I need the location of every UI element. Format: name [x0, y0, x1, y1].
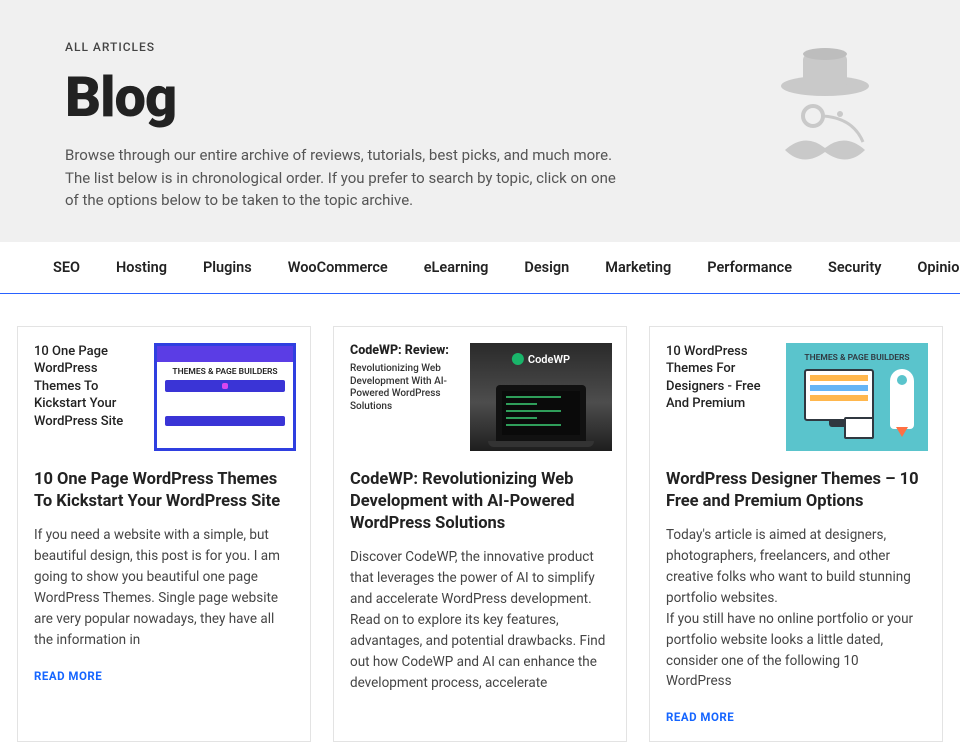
thumb-caption: 10 One Page WordPress Themes To Kickstar…: [34, 343, 144, 451]
article-title: WordPress Designer Themes – 10 Free and …: [666, 469, 926, 514]
nav-item-elearning[interactable]: eLearning: [406, 259, 507, 276]
monitor-icon: [804, 369, 874, 421]
article-excerpt: Discover CodeWP, the innovative product …: [350, 547, 610, 693]
article-title: CodeWP: Revolutionizing Web Development …: [350, 469, 610, 536]
nav-item-seo[interactable]: SEO: [35, 259, 98, 276]
article-excerpt: Today's article is aimed at designers, p…: [666, 525, 926, 692]
mascot-icon: [755, 40, 895, 180]
article-card[interactable]: 10 One Page WordPress Themes To Kickstar…: [17, 326, 311, 742]
read-more-link[interactable]: READ MORE: [34, 669, 102, 683]
category-nav: SEO Hosting Plugins WooCommerce eLearnin…: [0, 242, 960, 294]
article-excerpt: If you need a website with a simple, but…: [34, 525, 294, 651]
rocket-icon: [890, 369, 914, 429]
nav-item-design[interactable]: Design: [506, 259, 587, 276]
article-thumbnail: CodeWP: [470, 343, 612, 451]
thumb-tag: THEMES & PAGE BUILDERS: [804, 353, 909, 363]
tablet-icon: [844, 417, 874, 439]
codewp-logo: CodeWP: [512, 353, 570, 366]
thumb-subheadline: Revolutionizing Web Development With AI-…: [350, 363, 460, 413]
article-thumbnail: THEMES & PAGE BUILDERS: [154, 343, 296, 451]
nav-item-plugins[interactable]: Plugins: [185, 259, 270, 276]
thumb-caption: 10 WordPress Themes For Designers - Free…: [666, 343, 776, 451]
nav-item-performance[interactable]: Performance: [689, 259, 810, 276]
nav-item-marketing[interactable]: Marketing: [587, 259, 689, 276]
read-more-link[interactable]: READ MORE: [666, 710, 734, 724]
laptop-icon: [496, 385, 586, 441]
article-thumbnail: THEMES & PAGE BUILDERS: [786, 343, 928, 451]
article-card[interactable]: CodeWP: Review: Revolutionizing Web Deve…: [333, 326, 627, 742]
nav-item-woocommerce[interactable]: WooCommerce: [270, 259, 406, 276]
hero-section: ALL ARTICLES Blog Browse through our ent…: [0, 0, 960, 242]
nav-item-security[interactable]: Security: [810, 259, 899, 276]
nav-item-opinion[interactable]: Opinion: [899, 259, 960, 276]
article-grid: 10 One Page WordPress Themes To Kickstar…: [0, 294, 960, 742]
thumb-caption: CodeWP: Review: Revolutionizing Web Deve…: [350, 343, 460, 451]
thumb-headline: CodeWP: Review:: [350, 343, 460, 360]
article-card[interactable]: 10 WordPress Themes For Designers - Free…: [649, 326, 943, 742]
article-title: 10 One Page WordPress Themes To Kickstar…: [34, 469, 294, 514]
thumb-tag: THEMES & PAGE BUILDERS: [166, 364, 283, 380]
nav-item-hosting[interactable]: Hosting: [98, 259, 185, 276]
hero-description: Browse through our entire archive of rev…: [65, 144, 625, 212]
